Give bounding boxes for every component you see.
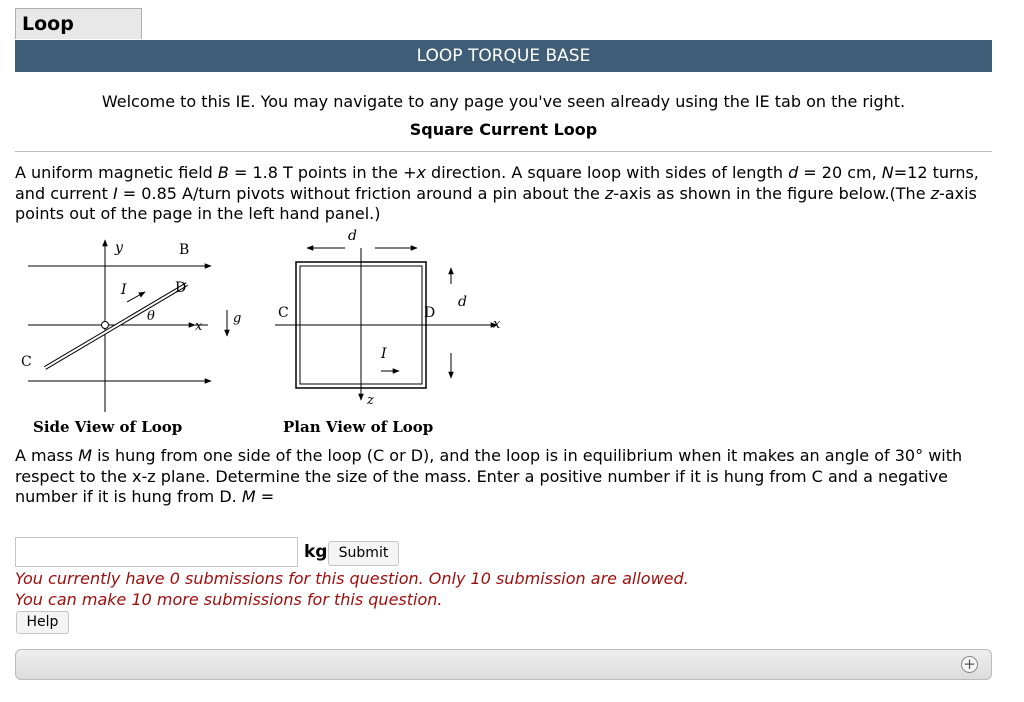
divider [15,151,992,152]
question-text: A mass M is hung from one side of the lo… [15,446,963,506]
plan-label-d-right: d [458,294,467,310]
collapsed-panel-bar[interactable]: + [15,649,992,680]
plan-label-x: x [493,317,501,332]
side-caption: Side View of Loop [33,418,182,436]
plan-label-C: C [278,305,289,321]
welcome-text: Welcome to this IE. You may navigate to … [101,92,906,111]
plan-label-D: D [424,305,435,321]
plan-view [275,245,498,401]
mass-answer-input[interactable] [15,537,298,567]
submission-count-note: You currently have 0 submissions for thi… [15,569,689,588]
side-label-y: y [114,240,124,256]
side-label-C: C [21,354,32,370]
unit-label: kg [304,542,328,562]
side-label-theta: θ [147,309,155,324]
problem-statement: A uniform magnetic field B = 1.8 T point… [15,163,979,223]
tab-loop-torque[interactable]: Loop Torque [15,8,142,66]
plan-label-z: z [366,393,374,408]
remaining-submissions-note: You can make 10 more submissions for thi… [15,590,443,609]
side-label-g: g [233,311,241,326]
loop-figure: y B D I θ x C g Side View of Loop d C D … [21,228,501,436]
plan-label-I: I [380,346,387,362]
help-button[interactable]: Help [16,611,69,634]
plus-circle-icon[interactable]: + [961,656,978,673]
side-label-B: B [179,242,189,258]
submit-button[interactable]: Submit [328,541,399,566]
side-label-I: I [120,282,127,298]
plan-caption: Plan View of Loop [283,418,433,436]
plan-label-d-top: d [348,228,357,244]
side-label-D: D [175,280,186,296]
section-title: Square Current Loop [409,120,598,139]
side-label-x: x [195,319,203,334]
page-banner: LOOP TORQUE BASE [15,40,992,72]
